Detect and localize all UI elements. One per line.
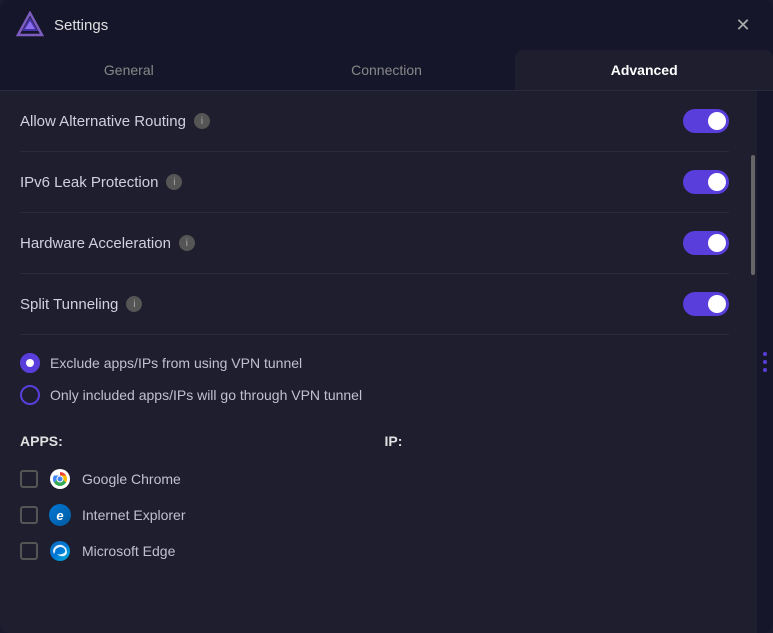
ipv6-leak-row: IPv6 Leak Protection i — [20, 152, 729, 213]
apps-ip-section: APPS: — [20, 423, 729, 579]
split-tunneling-toggle[interactable] — [683, 292, 729, 316]
scrollbar-track[interactable] — [749, 91, 757, 633]
scrollbar-thumb — [751, 155, 755, 275]
allow-alt-routing-row: Allow Alternative Routing i — [20, 91, 729, 152]
toggle-thumb — [708, 112, 726, 130]
allow-alt-routing-info-icon[interactable]: i — [194, 113, 210, 129]
hardware-accel-label: Hardware Acceleration i — [20, 235, 195, 252]
window-title: Settings — [54, 17, 729, 34]
scroll-area: Allow Alternative Routing i IPv6 Leak Pr… — [0, 91, 749, 633]
right-edge-decoration — [757, 91, 773, 633]
radio-exclude[interactable]: Exclude apps/IPs from using VPN tunnel — [20, 347, 729, 379]
allow-alt-routing-label: Allow Alternative Routing i — [20, 113, 210, 130]
tab-advanced[interactable]: Advanced — [515, 50, 773, 90]
hardware-accel-info-icon[interactable]: i — [179, 235, 195, 251]
split-tunneling-options: Exclude apps/IPs from using VPN tunnel O… — [20, 335, 729, 423]
allow-alt-routing-toggle[interactable] — [683, 109, 729, 133]
close-button[interactable]: ✕ — [729, 11, 757, 39]
radio-include-label: Only included apps/IPs will go through V… — [50, 387, 362, 403]
ipv6-leak-label: IPv6 Leak Protection i — [20, 174, 182, 191]
ip-column: IP: — [385, 433, 730, 569]
ie-icon-wrap: e — [49, 504, 71, 526]
list-item: e Internet Explorer — [20, 497, 365, 533]
split-tunneling-row: Split Tunneling i — [20, 274, 729, 335]
app-logo — [16, 11, 44, 39]
edge-icon — [48, 539, 72, 563]
radio-exclude-circle — [20, 353, 40, 373]
chrome-icon — [48, 467, 72, 491]
tab-general[interactable]: General — [0, 50, 258, 90]
apps-section-label: APPS: — [20, 433, 365, 449]
title-bar: Settings ✕ — [0, 0, 773, 50]
tab-connection[interactable]: Connection — [258, 50, 516, 90]
ie-checkbox[interactable] — [20, 506, 38, 524]
radio-exclude-label: Exclude apps/IPs from using VPN tunnel — [50, 355, 302, 371]
toggle-thumb — [708, 173, 726, 191]
hardware-accel-toggle[interactable] — [683, 231, 729, 255]
hardware-accel-row: Hardware Acceleration i — [20, 213, 729, 274]
chrome-checkbox[interactable] — [20, 470, 38, 488]
edge-dot — [763, 368, 767, 372]
toggle-thumb — [708, 295, 726, 313]
edge-dot — [763, 360, 767, 364]
ipv6-leak-info-icon[interactable]: i — [166, 174, 182, 190]
split-tunneling-info-icon[interactable]: i — [126, 296, 142, 312]
split-tunneling-label: Split Tunneling i — [20, 296, 142, 313]
edge-app-name: Microsoft Edge — [82, 543, 175, 559]
ipv6-leak-toggle[interactable] — [683, 170, 729, 194]
ie-app-name: Internet Explorer — [82, 507, 186, 523]
content-area: Allow Alternative Routing i IPv6 Leak Pr… — [0, 91, 773, 633]
ie-icon: e — [48, 503, 72, 527]
apps-column: APPS: — [20, 433, 365, 569]
chrome-app-name: Google Chrome — [82, 471, 181, 487]
radio-include-circle — [20, 385, 40, 405]
settings-window: Settings ✕ General Connection Advanced A… — [0, 0, 773, 633]
edge-checkbox[interactable] — [20, 542, 38, 560]
list-item: Microsoft Edge — [20, 533, 365, 569]
list-item: Google Chrome — [20, 461, 365, 497]
tab-bar: General Connection Advanced — [0, 50, 773, 91]
radio-include[interactable]: Only included apps/IPs will go through V… — [20, 379, 729, 411]
ip-section-label: IP: — [385, 433, 730, 449]
edge-dot — [763, 352, 767, 356]
toggle-thumb — [708, 234, 726, 252]
